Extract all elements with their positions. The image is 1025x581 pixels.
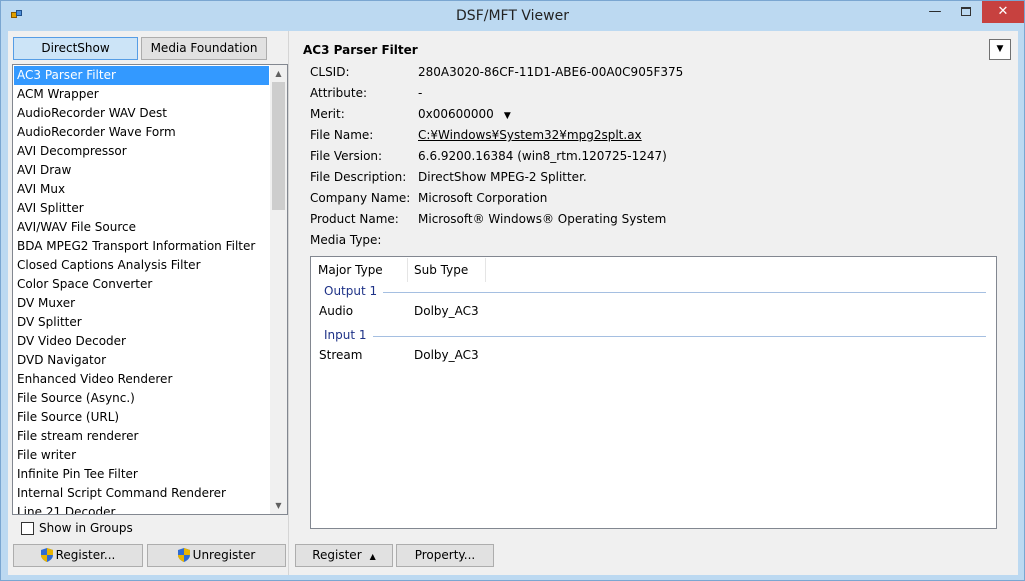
prop-label: Media Type: (310, 233, 382, 247)
uac-shield-icon (40, 547, 53, 562)
window-title: DSF/MFT Viewer (456, 8, 569, 24)
filter-detail-panel: AC3 Parser Filter ▼ CLSID: 280A3020-86CF… (293, 31, 1018, 575)
prop-label: Company Name: (310, 191, 411, 205)
column-major-type[interactable]: Major Type (312, 258, 408, 282)
list-item[interactable]: File Source (Async.) (14, 389, 269, 408)
list-item[interactable]: Line 21 Decoder (14, 503, 269, 514)
group-divider (324, 292, 986, 293)
list-item[interactable]: AVI Mux (14, 180, 269, 199)
list-item[interactable]: File stream renderer (14, 427, 269, 446)
tab-directshow[interactable]: DirectShow (13, 37, 138, 60)
list-item[interactable]: Color Space Converter (14, 275, 269, 294)
table-row[interactable]: Stream Dolby_AC3 (319, 348, 989, 366)
prop-label: Attribute: (310, 86, 368, 100)
register-dropdown-button[interactable]: Register ▲ (295, 544, 393, 567)
list-item[interactable]: DV Muxer (14, 294, 269, 313)
list-item[interactable]: Closed Captions Analysis Filter (14, 256, 269, 275)
list-item[interactable]: AVI Splitter (14, 199, 269, 218)
list-item[interactable]: AVI/WAV File Source (14, 218, 269, 237)
prop-label: File Version: (310, 149, 383, 163)
list-item[interactable]: File Source (URL) (14, 408, 269, 427)
prop-label: Merit: (310, 107, 345, 121)
sub-type-cell: Dolby_AC3 (414, 348, 479, 362)
show-in-groups-checkbox[interactable] (21, 522, 34, 535)
scroll-down-icon[interactable]: ▼ (270, 497, 287, 514)
prop-label: File Description: (310, 170, 407, 184)
close-icon: ✕ (997, 4, 1009, 19)
group-name: Output 1 (324, 284, 384, 298)
group-name: Input 1 (324, 328, 373, 342)
property-button[interactable]: Property... (396, 544, 494, 567)
prop-label: CLSID: (310, 65, 350, 79)
prop-label: File Name: (310, 128, 374, 142)
table-header: Major Type Sub Type (312, 258, 997, 282)
list-item[interactable]: AudioRecorder Wave Form (14, 123, 269, 142)
filter-title: AC3 Parser Filter (303, 43, 418, 57)
unregister-label: Unregister (192, 548, 256, 562)
prop-value: Microsoft Corporation (418, 191, 548, 205)
show-in-groups-label: Show in Groups (39, 521, 133, 535)
group-input-1[interactable]: Input 1 (324, 328, 986, 344)
media-type-table[interactable]: Major Type Sub Type Output 1 Audio Dolby… (310, 256, 997, 529)
list-scrollbar[interactable]: ▲ ▼ (270, 65, 287, 514)
chevron-down-icon: ▼ (996, 44, 1004, 54)
prop-value: 6.6.9200.16384 (win8_rtm.120725-1247) (418, 149, 667, 163)
scroll-thumb[interactable] (272, 82, 285, 210)
close-button[interactable]: ✕ (982, 1, 1024, 23)
major-type-cell: Stream (319, 348, 363, 362)
filter-list: AC3 Parser Filter ACM Wrapper AudioRecorde… (14, 66, 269, 514)
list-item[interactable]: Infinite Pin Tee Filter (14, 465, 269, 484)
chevron-up-icon: ▲ (369, 552, 376, 561)
title-bar[interactable]: DSF/MFT Viewer — ✕ (1, 1, 1024, 31)
list-item[interactable]: Internal Script Command Renderer (14, 484, 269, 503)
prop-label: Product Name: (310, 212, 399, 226)
list-item[interactable]: AudioRecorder WAV Dest (14, 104, 269, 123)
table-row[interactable]: Audio Dolby_AC3 (319, 304, 989, 322)
list-item[interactable]: AVI Decompressor (14, 142, 269, 161)
filter-listbox[interactable]: AC3 Parser Filter ACM Wrapper AudioRecorde… (12, 64, 288, 515)
prop-value: Microsoft® Windows® Operating System (418, 212, 667, 226)
scroll-up-icon[interactable]: ▲ (270, 65, 287, 82)
prop-value: DirectShow MPEG-2 Splitter. (418, 170, 587, 184)
register-file-button[interactable]: Register... (13, 544, 143, 567)
detail-menu-button[interactable]: ▼ (989, 39, 1011, 60)
group-divider (324, 336, 986, 337)
uac-shield-icon (177, 547, 190, 562)
prop-value: 280A3020-86CF-11D1-ABE6-00A0C905F375 (418, 65, 684, 79)
group-output-1[interactable]: Output 1 (324, 284, 986, 300)
prop-value: - (418, 86, 423, 100)
maximize-icon (961, 7, 971, 16)
list-item[interactable]: DV Splitter (14, 313, 269, 332)
client-area: DirectShow Media Foundation AC3 Parser F… (8, 31, 1018, 575)
maximize-button[interactable] (951, 1, 981, 23)
list-item[interactable]: Enhanced Video Renderer (14, 370, 269, 389)
list-item[interactable]: DVD Navigator (14, 351, 269, 370)
register-file-label: Register... (55, 548, 116, 562)
list-item[interactable]: BDA MPEG2 Transport Information Filter (14, 237, 269, 256)
merit-dropdown[interactable]: 0x00600000 ▼ (418, 107, 511, 121)
register-label: Register (312, 548, 362, 562)
panel-splitter[interactable] (288, 31, 292, 575)
sub-type-cell: Dolby_AC3 (414, 304, 479, 318)
app-window: DSF/MFT Viewer — ✕ DirectShow Media Foun… (0, 0, 1025, 581)
merit-value: 0x00600000 (418, 107, 494, 121)
list-item[interactable]: DV Video Decoder (14, 332, 269, 351)
unregister-button[interactable]: Unregister (147, 544, 286, 567)
chevron-down-icon[interactable]: ▼ (504, 111, 511, 121)
file-name-link[interactable]: C:¥Windows¥System32¥mpg2splt.ax (418, 128, 642, 142)
minimize-button[interactable]: — (920, 1, 950, 23)
major-type-cell: Audio (319, 304, 354, 318)
filter-list-panel: DirectShow Media Foundation AC3 Parser F… (8, 31, 288, 575)
list-item[interactable]: ACM Wrapper (14, 85, 269, 104)
minimize-icon: — (928, 4, 942, 19)
column-sub-type[interactable]: Sub Type (408, 258, 486, 282)
list-item[interactable]: AC3 Parser Filter (14, 66, 269, 85)
tab-media-foundation[interactable]: Media Foundation (141, 37, 267, 60)
list-item[interactable]: AVI Draw (14, 161, 269, 180)
list-item[interactable]: File writer (14, 446, 269, 465)
